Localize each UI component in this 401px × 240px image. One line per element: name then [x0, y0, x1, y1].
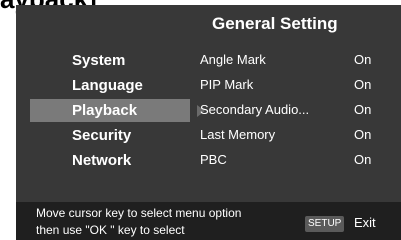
option-name: Angle Mark	[200, 52, 266, 67]
option-value: On	[354, 77, 372, 92]
option-name: PIP Mark	[200, 77, 254, 92]
option-value: On	[354, 127, 372, 142]
menu-title: General Setting	[212, 14, 338, 33]
help-footer: Move cursor key to select menu option th…	[16, 202, 401, 240]
category-label: Network	[72, 152, 132, 169]
option-row-last-memory[interactable]: Last Memory On	[200, 124, 385, 147]
category-label: Playback	[72, 102, 138, 119]
help-hint-line: Move cursor key to select menu option	[36, 206, 242, 220]
category-item-system[interactable]: System	[30, 49, 190, 72]
category-item-security[interactable]: Security	[30, 124, 190, 147]
option-name: PBC	[200, 152, 227, 167]
option-row-secondary-audio[interactable]: Secondary Audio... On	[200, 99, 385, 122]
category-label: Language	[72, 77, 143, 94]
category-menu: System Language Playback Security Networ…	[30, 49, 205, 174]
exit-label[interactable]: Exit	[354, 215, 376, 230]
option-row-pip-mark[interactable]: PIP Mark On	[200, 74, 385, 97]
options-list: Angle Mark On PIP Mark On Secondary Audi…	[200, 49, 385, 174]
option-value: On	[354, 152, 372, 167]
help-hint: Move cursor key to select menu option th…	[36, 205, 241, 239]
category-item-network[interactable]: Network	[30, 149, 190, 172]
help-hint-line: then use "OK " key to select	[36, 223, 185, 237]
option-row-angle-mark[interactable]: Angle Mark On	[200, 49, 385, 72]
category-item-language[interactable]: Language	[30, 74, 190, 97]
option-row-pbc[interactable]: PBC On	[200, 149, 385, 172]
category-item-playback[interactable]: Playback	[30, 99, 205, 122]
setup-key-badge: SETUP	[305, 216, 345, 232]
setup-menu-screen: General Setting System Language Playback…	[16, 5, 401, 240]
option-name: Secondary Audio...	[200, 102, 310, 117]
option-value: On	[354, 52, 372, 67]
option-name: Last Memory	[200, 127, 276, 142]
category-label: Security	[72, 127, 132, 144]
category-label: System	[72, 52, 126, 69]
option-value: On	[354, 102, 372, 117]
